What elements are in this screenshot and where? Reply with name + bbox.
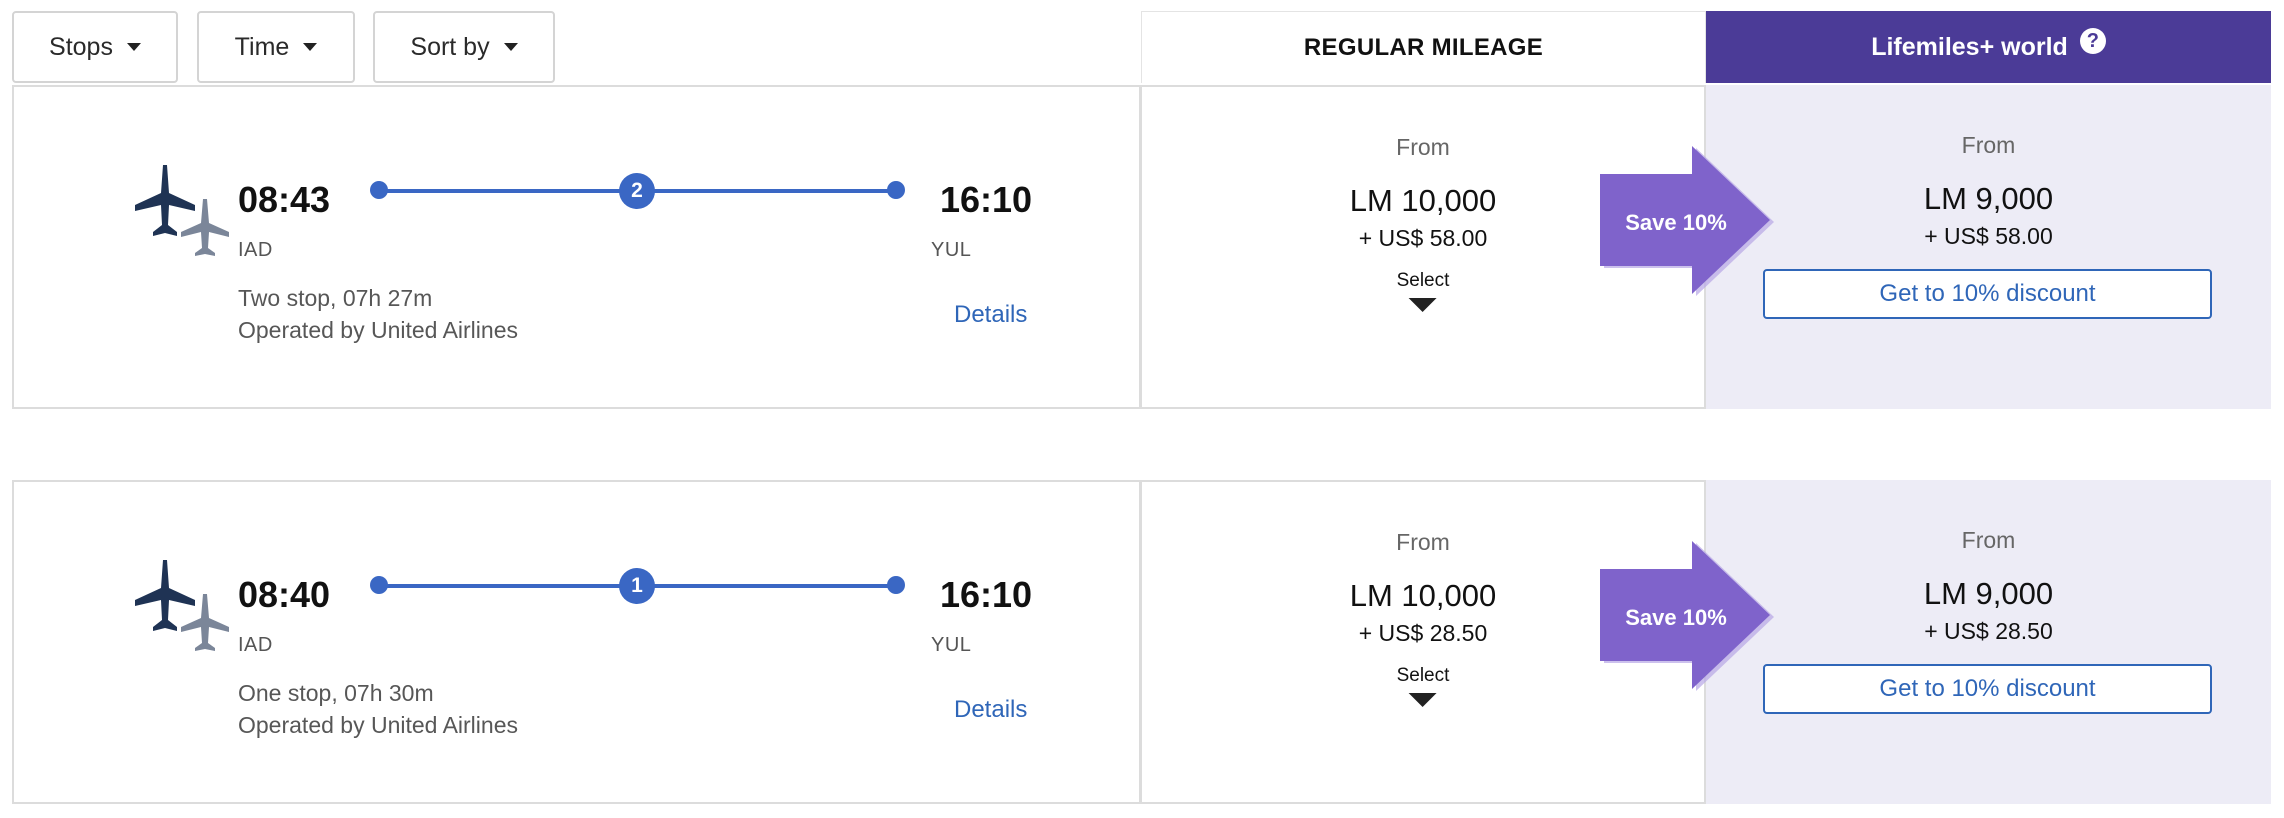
caret-down-icon [303,43,318,51]
operator-text: Operated by United Airlines [238,712,518,738]
plus-cash-price: + US$ 28.50 [1924,618,2053,644]
lifemiles-plus-fare-cell: From LM 9,000 + US$ 28.50 Get to 10% dis… [1706,480,2271,804]
lifemiles-plus-header: Lifemiles+ world ? [1706,11,2271,83]
operator-text: Operated by United Airlines [238,317,518,343]
flight-summary: Two stop, 07h 27m [238,285,433,311]
arrival-airport: YUL [931,239,972,261]
caret-down-icon [126,43,141,51]
save-percent-label: Save 10% [1625,605,1727,630]
departure-airport: IAD [238,239,273,261]
plus-cash-price: + US$ 58.00 [1924,223,2053,249]
get-discount-button[interactable]: Get to 10% discount [1763,664,2212,714]
details-link[interactable]: Details [954,696,1027,724]
arrival-time: 16:10 [940,179,1033,220]
destination-dot [887,181,905,199]
caret-down-icon [503,43,518,51]
flight-card: 08:40 IAD 1 16:10 YUL One stop, 07h 30m … [12,480,2271,804]
time-filter-label: Time [234,32,290,61]
lifemiles-plus-fare-cell: From LM 9,000 + US$ 58.00 Get to 10% dis… [1706,85,2271,409]
save-percent-label: Save 10% [1625,210,1727,235]
get-discount-button[interactable]: Get to 10% discount [1763,269,2212,319]
triangle-down-icon [1409,693,1437,707]
triangle-down-icon [1409,298,1437,312]
stops-count-badge: 1 [619,568,655,604]
departure-airport: IAD [238,634,273,656]
stops-count-badge: 2 [619,173,655,209]
origin-dot [370,181,388,199]
departure-time: 08:43 [238,179,331,220]
arrival-airport: YUL [931,634,972,656]
time-filter-button[interactable]: Time [197,11,355,83]
flight-info-panel: 08:43 IAD 2 16:10 YUL Two stop, 07h 27m … [12,85,1141,409]
regular-mileage-header: REGULAR MILEAGE [1141,11,1706,83]
stops-filter-label: Stops [49,32,113,61]
select-button[interactable]: Select [1396,270,1450,312]
plus-miles-price: LM 9,000 [1923,181,2054,216]
origin-dot [370,576,388,594]
sort-by-button[interactable]: Sort by [373,11,555,83]
airplane-icon [135,165,229,256]
regular-mileage-title: REGULAR MILEAGE [1303,33,1544,61]
select-label: Select [1396,270,1450,291]
from-label: From [1961,527,2016,553]
from-label: From [1961,132,2016,158]
lifemiles-plus-title: Lifemiles+ world [1871,32,2068,61]
plus-miles-price: LM 9,000 [1923,576,2054,611]
select-label: Select [1396,665,1450,686]
arrival-time: 16:10 [940,574,1033,615]
help-icon[interactable]: ? [2079,28,2106,54]
select-button[interactable]: Select [1396,665,1450,707]
stops-filter-button[interactable]: Stops [12,11,178,83]
flight-info-panel: 08:40 IAD 1 16:10 YUL One stop, 07h 30m … [12,480,1141,804]
airplane-icon [135,560,229,651]
departure-time: 08:40 [238,574,331,615]
sort-by-label: Sort by [410,32,490,61]
flight-summary: One stop, 07h 30m [238,680,434,706]
details-link[interactable]: Details [954,301,1027,329]
flight-card: 08:43 IAD 2 16:10 YUL Two stop, 07h 27m … [12,85,2271,409]
destination-dot [887,576,905,594]
